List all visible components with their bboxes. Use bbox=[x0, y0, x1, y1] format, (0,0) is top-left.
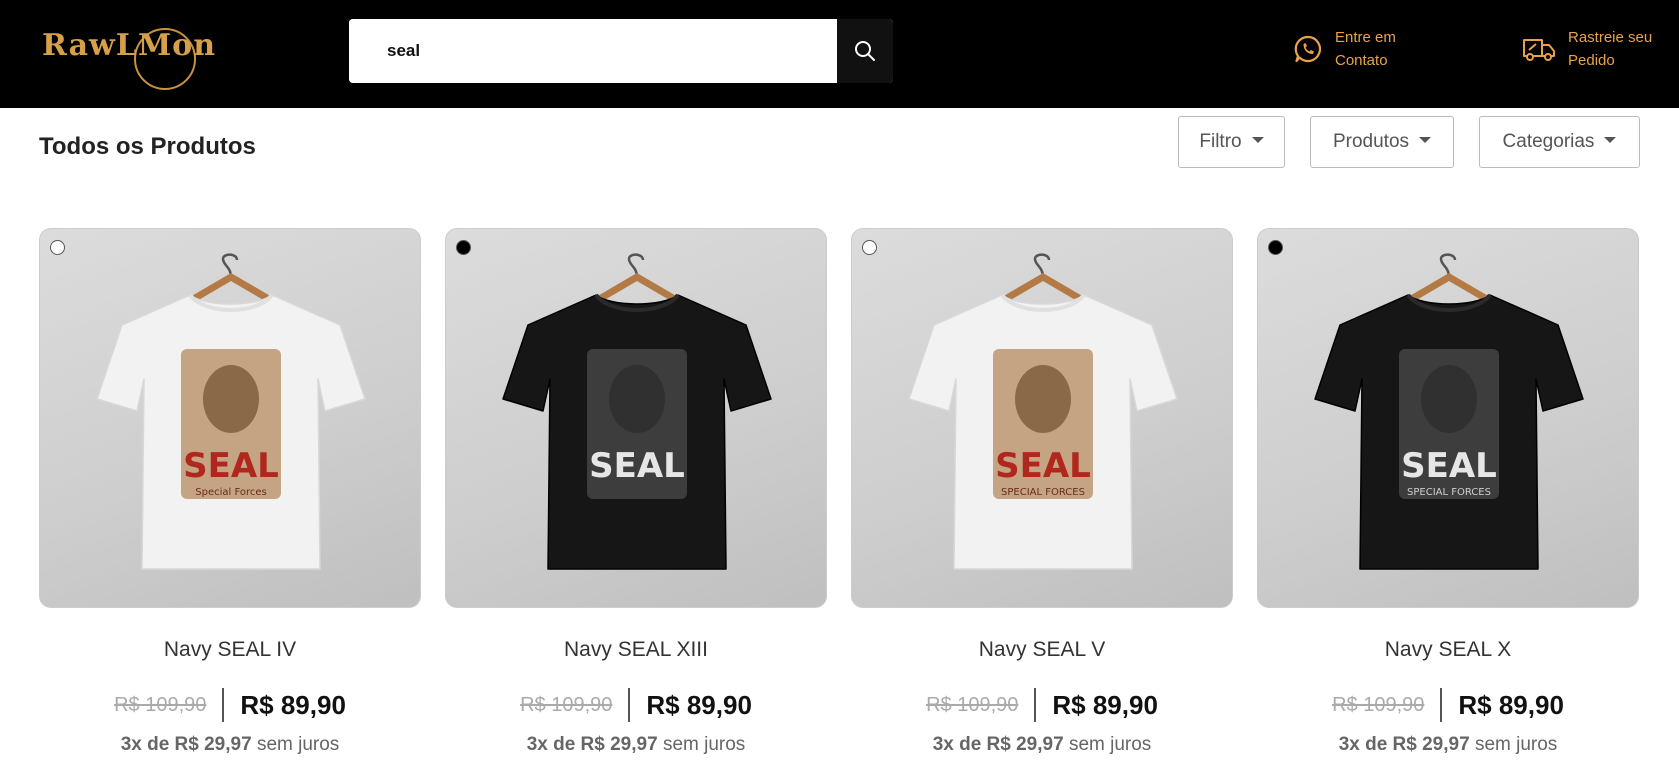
old-price: R$ 109,90 bbox=[114, 693, 207, 716]
products-dropdown-label: Produtos bbox=[1332, 131, 1410, 152]
current-price: R$ 89,90 bbox=[240, 689, 346, 720]
product-name[interactable]: Navy SEAL XIII bbox=[445, 638, 827, 662]
truck-icon bbox=[1523, 39, 1555, 61]
track-order-link[interactable]: Rastreie seu Pedido bbox=[1522, 26, 1652, 72]
filter-dropdown[interactable]: Filtro bbox=[1178, 116, 1285, 168]
price-divider bbox=[628, 688, 631, 722]
installment-amount: 3x de R$ 29,97 bbox=[120, 734, 252, 755]
installment-amount: 3x de R$ 29,97 bbox=[526, 734, 658, 755]
logo-text[interactable]: RawLMon bbox=[42, 28, 216, 63]
color-swatch-black[interactable] bbox=[456, 240, 471, 255]
product-name[interactable]: Navy SEAL IV bbox=[39, 638, 421, 662]
categories-dropdown-label: Categorias bbox=[1502, 131, 1595, 152]
installment-info: 3x de R$ 29,97 sem juros bbox=[851, 734, 1233, 756]
caret-down-icon bbox=[1604, 137, 1617, 143]
current-price: R$ 89,90 bbox=[646, 689, 752, 720]
print-figure bbox=[203, 365, 259, 433]
page-title: Todos os Produtos bbox=[39, 133, 256, 160]
print-title: SEAL bbox=[1401, 446, 1497, 486]
old-price: R$ 109,90 bbox=[926, 693, 1019, 716]
contact-label: Entre em Contato bbox=[1335, 26, 1396, 72]
contact-link[interactable]: Entre em Contato bbox=[1293, 26, 1396, 72]
contact-line1: Entre em bbox=[1335, 29, 1396, 46]
installment-terms: sem juros bbox=[1474, 734, 1558, 755]
product-card[interactable]: SEAL Special Forces Navy SEAL IV R$ 109,9… bbox=[39, 228, 421, 755]
product-image[interactable]: SEAL SPECIAL FORCES bbox=[1257, 228, 1639, 608]
tshirt-image: SEALSPECIAL FORCES bbox=[908, 253, 1178, 570]
tshirt-image: SEALSpecial Forces bbox=[96, 253, 366, 570]
track-label: Rastreie seu Pedido bbox=[1568, 26, 1652, 72]
print-title: SEAL bbox=[589, 446, 685, 486]
current-price: R$ 89,90 bbox=[1052, 689, 1158, 720]
installment-amount: 3x de R$ 29,97 bbox=[1338, 734, 1470, 755]
color-swatch-white[interactable] bbox=[862, 240, 877, 255]
contact-line2: Contato bbox=[1335, 52, 1388, 69]
hanger-bar bbox=[186, 272, 276, 305]
whatsapp-icon bbox=[1294, 35, 1322, 63]
print-title: SEAL bbox=[995, 446, 1091, 486]
current-price: R$ 89,90 bbox=[1458, 689, 1564, 720]
categories-dropdown[interactable]: Categorias bbox=[1479, 116, 1640, 168]
installment-terms: sem juros bbox=[1068, 734, 1152, 755]
product-card[interactable]: SEAL Navy SEAL XIII R$ 109,90 R$ 89,90 3… bbox=[445, 228, 827, 755]
caret-down-icon bbox=[1419, 137, 1432, 143]
search-button[interactable] bbox=[837, 19, 893, 83]
installment-amount: 3x de R$ 29,97 bbox=[932, 734, 1064, 755]
print-figure bbox=[1421, 365, 1477, 433]
track-line2: Pedido bbox=[1568, 52, 1615, 69]
installment-terms: sem juros bbox=[256, 734, 340, 755]
tshirt-image: SEAL bbox=[502, 253, 772, 570]
old-price: R$ 109,90 bbox=[520, 693, 613, 716]
site-header: RawLMon Entre em Contato Rastreie bbox=[0, 0, 1679, 108]
hanger-bar bbox=[1404, 272, 1494, 305]
color-swatch-white[interactable] bbox=[50, 240, 65, 255]
installment-info: 3x de R$ 29,97 sem juros bbox=[445, 734, 827, 756]
price-row: R$ 109,90 R$ 89,90 bbox=[39, 688, 421, 722]
installment-terms: sem juros bbox=[662, 734, 746, 755]
print-subtitle: SPECIAL FORCES bbox=[1001, 487, 1085, 498]
products-dropdown[interactable]: Produtos bbox=[1310, 116, 1454, 168]
installment-info: 3x de R$ 29,97 sem juros bbox=[1257, 734, 1639, 756]
old-price: R$ 109,90 bbox=[1332, 693, 1425, 716]
price-divider bbox=[222, 688, 225, 722]
price-divider bbox=[1034, 688, 1037, 722]
search-bar bbox=[349, 19, 893, 83]
price-row: R$ 109,90 R$ 89,90 bbox=[445, 688, 827, 722]
tshirt-image: SEALSPECIAL FORCES bbox=[1314, 253, 1584, 570]
print-figure bbox=[609, 365, 665, 433]
product-image[interactable]: SEAL SPECIAL FORCES bbox=[851, 228, 1233, 608]
color-swatch-black[interactable] bbox=[1268, 240, 1283, 255]
product-image[interactable]: SEAL bbox=[445, 228, 827, 608]
print-subtitle: Special Forces bbox=[195, 487, 266, 498]
search-icon bbox=[855, 41, 875, 61]
hanger-bar bbox=[592, 272, 682, 305]
product-card[interactable]: SEAL SPECIAL FORCES Navy SEAL X R$ 109,90… bbox=[1257, 228, 1639, 755]
product-name[interactable]: Navy SEAL V bbox=[851, 638, 1233, 662]
installment-info: 3x de R$ 29,97 sem juros bbox=[39, 734, 421, 756]
product-image[interactable]: SEAL Special Forces bbox=[39, 228, 421, 608]
price-row: R$ 109,90 R$ 89,90 bbox=[851, 688, 1233, 722]
track-line1: Rastreie seu bbox=[1568, 29, 1653, 46]
filter-dropdown-label: Filtro bbox=[1199, 131, 1242, 152]
print-title: SEAL bbox=[183, 446, 279, 486]
price-row: R$ 109,90 R$ 89,90 bbox=[1257, 688, 1639, 722]
print-subtitle: SPECIAL FORCES bbox=[1407, 487, 1491, 498]
print-figure bbox=[1015, 365, 1071, 433]
price-divider bbox=[1440, 688, 1443, 722]
search-input[interactable] bbox=[349, 19, 837, 83]
caret-down-icon bbox=[1251, 137, 1264, 143]
product-name[interactable]: Navy SEAL X bbox=[1257, 638, 1639, 662]
product-card[interactable]: SEAL SPECIAL FORCES Navy SEAL V R$ 109,90… bbox=[851, 228, 1233, 755]
hanger-bar bbox=[998, 272, 1088, 305]
